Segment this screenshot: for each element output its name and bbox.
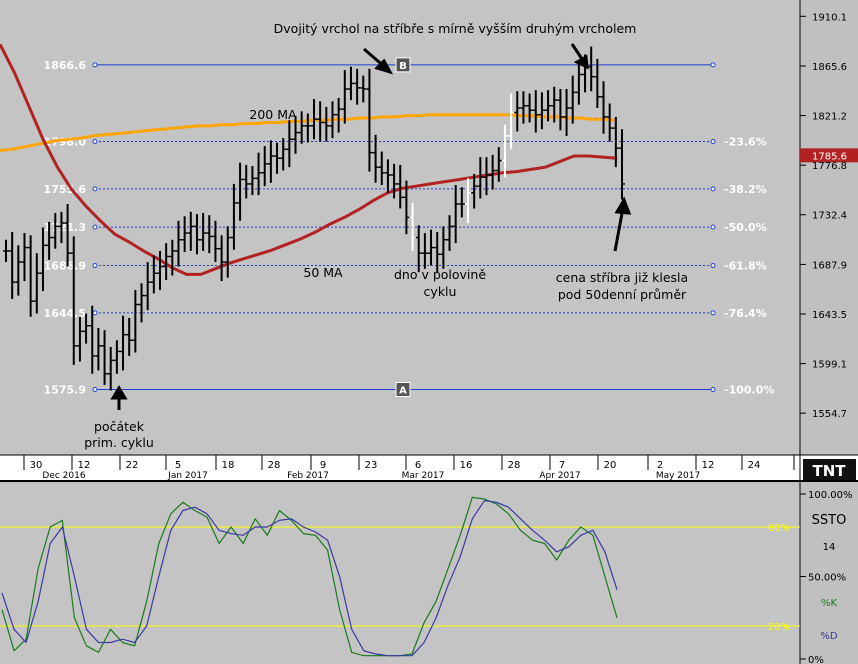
fib-price-label: 1686.9 [44,260,86,273]
annotation-double-top: Dvojitý vrchol na stříbře s mírně vyšším… [274,21,637,36]
date-axis-day-label: 23 [365,460,378,471]
oscillator-param: 14 [823,542,836,553]
oscillator-axis-label: 100.00% [808,490,853,501]
oscillator-axis-label: 50.00% [808,573,846,584]
date-axis-day-label: 7 [559,460,565,471]
fib-percent-label: -76.4% [724,307,767,320]
fib-price-label: 1575.9 [44,384,86,397]
annotation-cycle-start-1: počátek [94,419,145,434]
annotation-mid-cycle-2: cyklu [424,284,457,299]
price-axis-label: 1865.6 [812,62,847,73]
price-axis-label: 1599.1 [812,360,847,371]
fib-price-label: 1755.6 [44,183,87,196]
price-axis-label: 1910.1 [812,12,847,23]
date-axis-day-label: 16 [460,460,473,471]
date-axis-day-label: 12 [702,460,715,471]
fib-level-end-dot [710,387,716,393]
date-axis-month-label: May 2017 [656,471,700,481]
fib-percent-label: -100.0% [724,384,774,397]
date-axis-month-label: Mar 2017 [402,471,445,481]
date-axis-day-label: 24 [748,460,761,471]
svg-text:TNT: TNT [812,462,846,480]
fib-level-end-dot [710,186,716,192]
price-axis-label: 1732.4 [812,211,847,222]
oscillator-panel [0,484,800,664]
oscillator-k-label: %K [821,598,838,609]
silver-chart: 1575.9 -100.0%A1644.5 -76.4%1686.9 -61.8%17… [0,0,858,664]
fib-level-start-dot [92,387,98,393]
price-axis-label: 1776.8 [812,161,847,172]
fib-level-end-dot [710,62,716,68]
date-axis-day-label: 28 [508,460,521,471]
date-axis-day-label: 30 [30,460,43,471]
annotation-mid-cycle-1: dno v polovině [394,267,486,282]
fib-level-end-dot [710,224,716,230]
date-axis-day-label: 22 [126,460,139,471]
fib-level-start-dot [92,224,98,230]
fib-level-start-dot [92,310,98,316]
oscillator-axis-label: 0% [808,655,824,664]
date-axis-day-label: 18 [222,460,235,471]
oscillator-title: SSTO [812,513,847,528]
fib-price-label: 1866.6 [44,59,87,72]
fib-percent-label: -50.0% [724,221,767,234]
date-axis-day-label: 28 [268,460,281,471]
fib-anchor-label: A [399,386,407,397]
date-axis-day-label: 12 [78,460,91,471]
annotation-50ma: 50 MA [303,265,343,280]
fib-percent-label: -61.8% [724,260,767,273]
annotation-200ma: 200 MA [249,107,297,122]
date-axis-month-label: Apr 2017 [539,471,580,481]
price-axis-label: 1687.9 [812,260,847,271]
fib-level-end-dot [710,263,716,269]
fib-level-start-dot [92,138,98,144]
date-axis-day-label: 20 [604,460,617,471]
oscillator-level-label: 20% [768,622,790,633]
fib-level-start-dot [92,186,98,192]
annotation-below-ma-1: cena stříbra již klesla [556,270,688,285]
date-axis-day-label: 9 [320,460,326,471]
fib-level-end-dot [710,138,716,144]
date-axis-month-label: Dec 2016 [42,471,85,481]
fib-anchor-label: B [399,61,407,72]
oscillator-level-label: 80% [768,523,790,534]
price-axis-label: 1821.2 [812,112,847,123]
fib-level-start-dot [92,62,98,68]
date-axis-day-label: 5 [175,460,181,471]
fib-level-start-dot [92,263,98,269]
annotation-cycle-start-2: prim. cyklu [84,435,154,450]
price-axis-label: 1643.5 [812,310,847,321]
fib-level-end-dot [710,310,716,316]
date-axis-month-label: Feb 2017 [287,471,329,481]
fib-percent-label: -38.2% [724,183,767,196]
tnt-logo: TNT [803,459,856,480]
price-axis-label: 1554.7 [812,409,847,420]
oscillator-d-label: %D [820,631,838,642]
fib-percent-label: -23.6% [724,135,767,148]
annotation-below-ma-2: pod 50denní průměr [558,287,687,302]
date-axis-day-label: 6 [415,460,421,471]
date-axis-day-label: 2 [657,460,663,471]
date-axis-month-label: Jan 2017 [167,471,208,481]
